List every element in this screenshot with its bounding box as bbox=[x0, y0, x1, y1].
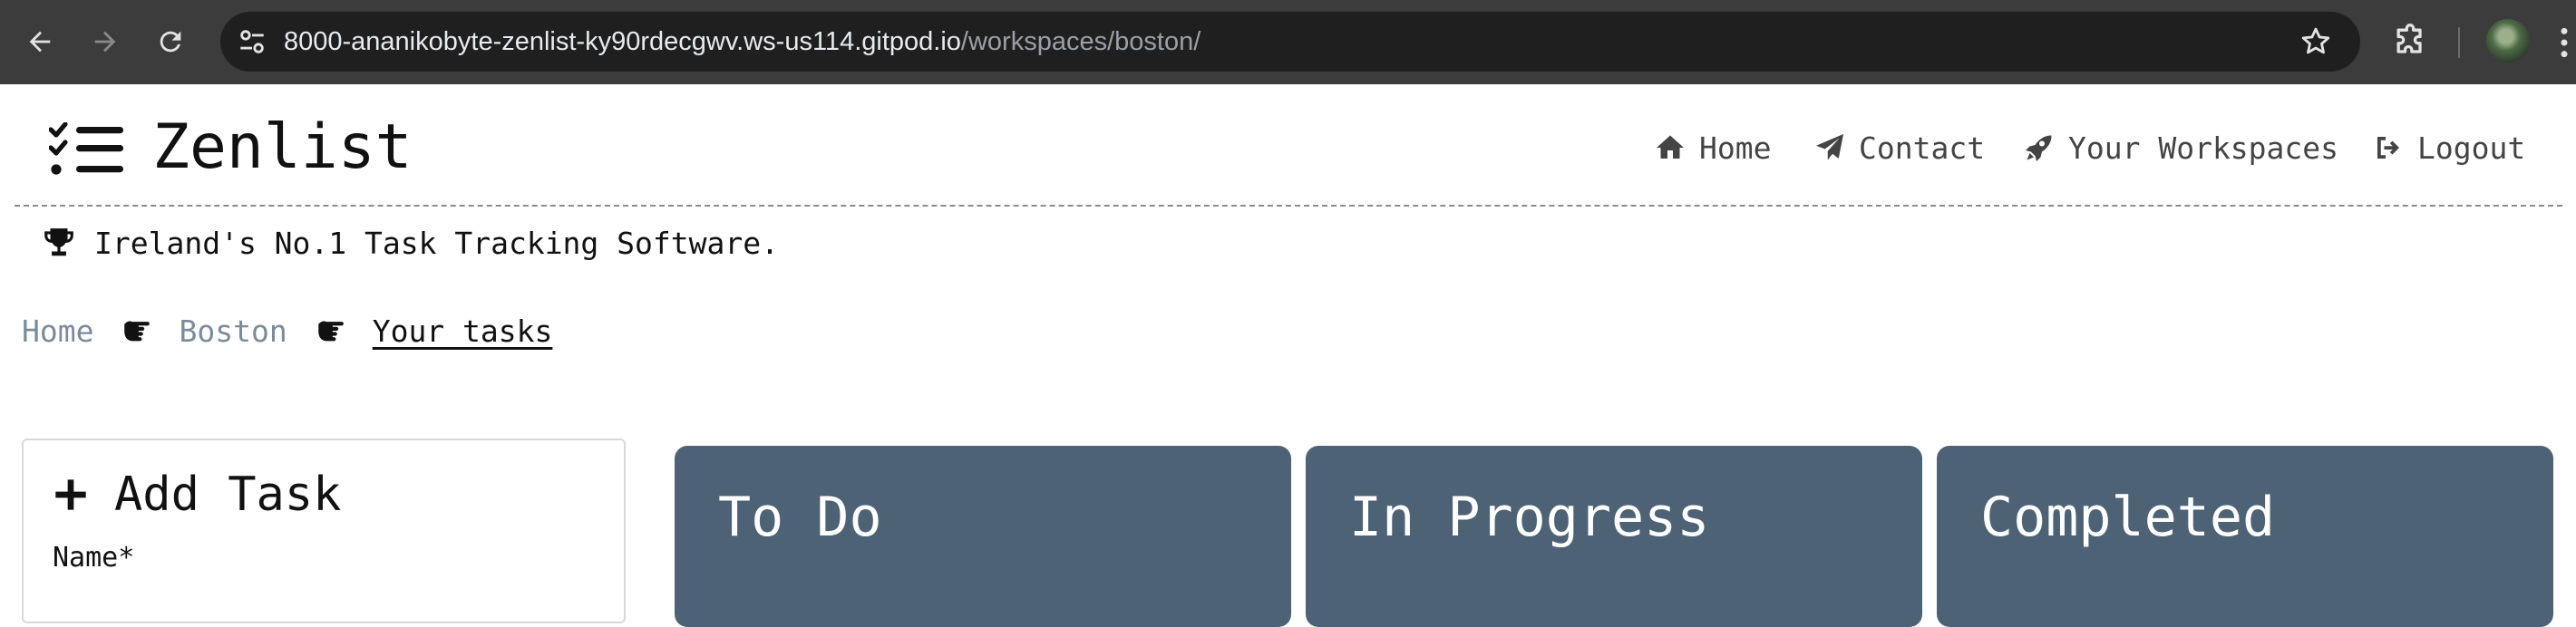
hand-pointing-right-icon bbox=[124, 321, 151, 342]
nav-contact-label: Contact bbox=[1859, 130, 1986, 166]
nav-logout[interactable]: Logout bbox=[2372, 130, 2525, 166]
breadcrumb-current[interactable]: Your tasks bbox=[373, 314, 553, 349]
house-icon bbox=[1657, 135, 1684, 159]
forward-button[interactable] bbox=[80, 16, 131, 67]
add-task-panel: Add Task Name* bbox=[22, 439, 626, 623]
brand-name[interactable]: Zenlist bbox=[152, 111, 413, 184]
reload-icon bbox=[160, 31, 181, 53]
rocket-icon bbox=[2026, 135, 2052, 161]
column-in-progress: In Progress bbox=[1306, 446, 1922, 627]
url-host: 8000-ananikobyte-zenlist-ky90rdecgwv.ws-… bbox=[284, 27, 961, 56]
address-bar[interactable]: 8000-ananikobyte-zenlist-ky90rdecgwv.ws-… bbox=[220, 12, 2360, 72]
nav-contact[interactable]: Contact bbox=[1813, 130, 1985, 166]
reload-button[interactable] bbox=[145, 16, 196, 67]
back-button[interactable] bbox=[15, 16, 65, 67]
tagline: Ireland's No.1 Task Tracking Software. bbox=[42, 223, 779, 263]
nav-workspaces[interactable]: Your Workspaces bbox=[2023, 130, 2338, 166]
add-task-title: Add Task bbox=[114, 468, 342, 522]
hand-pointing-right-icon bbox=[317, 321, 344, 342]
profile-avatar[interactable] bbox=[2486, 19, 2530, 63]
logout-icon bbox=[2377, 137, 2399, 159]
column-todo: To Do bbox=[675, 446, 1291, 627]
nav-logout-label: Logout bbox=[2417, 130, 2526, 166]
breadcrumb-home[interactable]: Home bbox=[22, 314, 93, 349]
browser-toolbar: 8000-ananikobyte-zenlist-ky90rdecgwv.ws-… bbox=[0, 0, 2576, 84]
kebab-menu-icon[interactable] bbox=[2555, 25, 2573, 60]
nav-workspaces-label: Your Workspaces bbox=[2068, 130, 2339, 166]
bookmark-star-icon[interactable] bbox=[2299, 24, 2333, 59]
add-task-heading: Add Task bbox=[53, 468, 341, 522]
column-title: Completed bbox=[1980, 486, 2276, 549]
name-field-label: Name* bbox=[53, 542, 135, 574]
paper-plane-icon bbox=[1816, 134, 1843, 160]
column-title: In Progress bbox=[1349, 486, 1710, 549]
column-completed: Completed bbox=[1937, 446, 2553, 627]
url-text[interactable]: 8000-ananikobyte-zenlist-ky90rdecgwv.ws-… bbox=[284, 12, 1201, 72]
plus-icon bbox=[55, 479, 86, 510]
nav-home[interactable]: Home bbox=[1654, 130, 1771, 166]
nav-home-label: Home bbox=[1699, 130, 1772, 166]
tagline-text: Ireland's No.1 Task Tracking Software. bbox=[94, 225, 779, 261]
trophy-icon bbox=[44, 228, 73, 256]
site-settings-icon[interactable] bbox=[237, 26, 267, 57]
breadcrumb-boston[interactable]: Boston bbox=[179, 314, 287, 349]
url-path: /workspaces/boston/ bbox=[960, 27, 1201, 56]
column-title: To Do bbox=[718, 486, 882, 549]
checklist-logo-icon[interactable] bbox=[49, 122, 125, 177]
breadcrumb: Home Boston Your tasks bbox=[22, 311, 552, 351]
extensions-puzzle-icon[interactable] bbox=[2390, 22, 2430, 62]
toolbar-divider bbox=[2458, 27, 2460, 58]
arrow-right-icon bbox=[94, 31, 116, 53]
site-header: Zenlist Home Contact Your Workspaces Log… bbox=[15, 84, 2562, 207]
arrow-left-icon bbox=[29, 31, 51, 53]
